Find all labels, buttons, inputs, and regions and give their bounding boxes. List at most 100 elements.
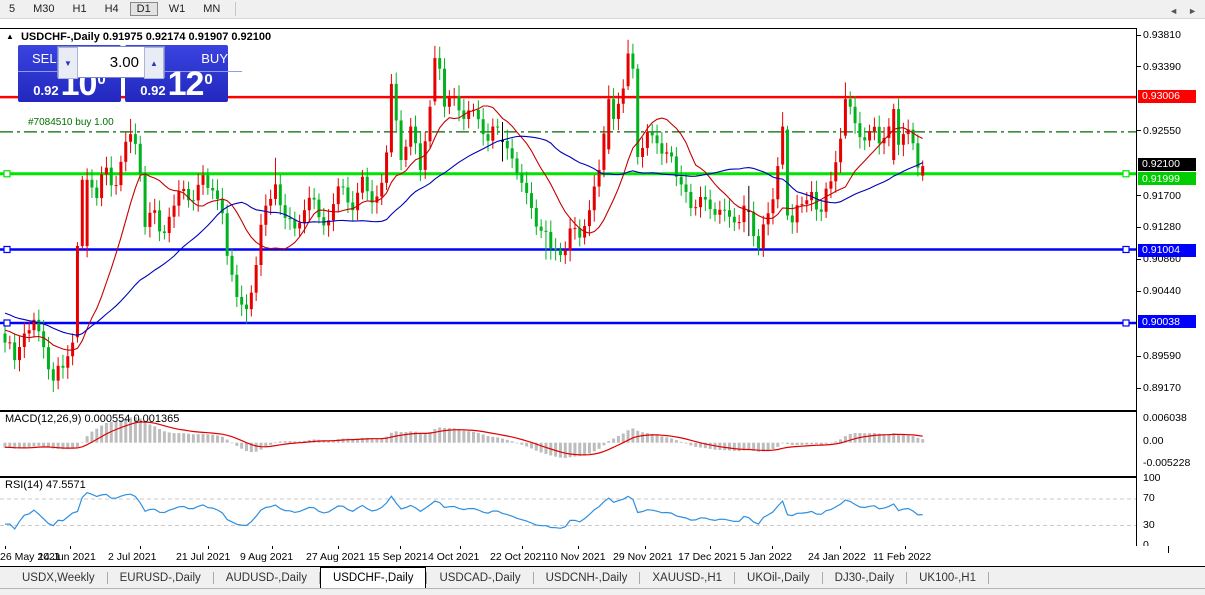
price-axis-tick (1137, 290, 1141, 292)
timeframe-button-m30[interactable]: M30 (26, 2, 61, 16)
price-axis-tick (1137, 226, 1141, 228)
chart-tab-eurusd-daily[interactable]: EURUSD-,Daily (108, 567, 213, 588)
price-badge: 0.90038 (1138, 315, 1196, 329)
date-axis-tick (338, 546, 339, 549)
price-axis-label: 0.93810 (1143, 29, 1181, 41)
rsi-axis-label: 100 (1143, 472, 1161, 484)
timeframe-button-w1[interactable]: W1 (162, 2, 193, 16)
chevron-down-icon: ▼ (64, 58, 72, 68)
date-axis-tick (5, 546, 6, 549)
date-axis-label: 5 Jan 2022 (740, 551, 792, 563)
date-axis-tick (772, 546, 773, 549)
ohlc-close: 0.92100 (231, 31, 272, 43)
chevron-up-icon: ▲ (150, 58, 158, 68)
timeframe-button-5[interactable]: 5 (2, 2, 22, 16)
date-axis-label: 14 Jun 2021 (38, 551, 96, 563)
rsi-label: RSI(14) 47.5571 (5, 479, 86, 491)
timeframe-button-h1[interactable]: H1 (66, 2, 94, 16)
price-axis-tick (1137, 355, 1141, 357)
trading-platform-window: 5 M30 H1 H4 D1 W1 MN ▲ USDCHF-,Daily 0.91975 0… (0, 0, 1205, 595)
macd-axis-label: 0.006038 (1143, 412, 1187, 424)
chart-tab-xauusd-h1[interactable]: XAUUSD-,H1 (640, 567, 734, 588)
tab-scroll-right-icon[interactable]: ► (1188, 6, 1197, 16)
price-axis-label: 0.91700 (1143, 189, 1181, 202)
price-axis-label: 0.91280 (1143, 221, 1181, 234)
date-axis-label: 17 Dec 2021 (678, 551, 738, 563)
price-badge: 0.91999 (1138, 172, 1196, 186)
chart-tab-bar: USDX,Weekly EURUSD-,Daily AUDUSD-,Daily USD… (0, 566, 1205, 588)
chart-tab-usdcnh-daily[interactable]: USDCNH-,Daily (534, 567, 640, 588)
date-axis-tick (140, 546, 141, 549)
rsi-axis-label: 70 (1143, 491, 1155, 504)
timeframe-button-mn[interactable]: MN (196, 2, 227, 16)
volume-decrease-button[interactable]: ▼ (58, 47, 78, 79)
chart-tab-audusd-daily[interactable]: AUDUSD-,Daily (214, 567, 319, 588)
rsi-indicator-panel[interactable]: RSI(14) 47.5571 (0, 477, 1136, 547)
macd-axis-label: 0.00 (1143, 435, 1164, 447)
price-axis-label: 0.89170 (1143, 382, 1181, 394)
price-axis-label: 0.89590 (1143, 350, 1181, 363)
toolbar-separator (235, 2, 237, 16)
timeframe-button-h4[interactable]: H4 (98, 2, 126, 16)
macd-axis-label: -0.005228 (1143, 457, 1191, 469)
tab-scroll-arrows: ◄ ► (1169, 0, 1197, 22)
chart-tab-uk100-h1[interactable]: UK100-,H1 (907, 567, 988, 588)
date-axis-label: 10 Nov 2021 (546, 551, 606, 563)
macd-label: MACD(12,26,9) 0.000554 0.001365 (5, 413, 180, 425)
ohlc-low: 0.91907 (188, 31, 229, 43)
volume-value[interactable]: 3.00 (78, 47, 144, 77)
date-axis-label: 11 Feb 2022 (873, 551, 932, 563)
price-badge: 0.93006 (1138, 89, 1196, 103)
rsi-canvas (0, 492, 1136, 530)
price-axis-tick (1137, 130, 1141, 132)
date-axis-tick (400, 546, 401, 549)
volume-increase-button[interactable]: ▲ (144, 47, 164, 79)
date-axis-label: 22 Oct 2021 (490, 551, 548, 563)
price-axis-tick (1137, 34, 1141, 36)
date-axis-tick (645, 546, 646, 549)
price-axis-label: 0.93390 (1143, 60, 1181, 73)
date-axis-tick (272, 546, 273, 549)
price-axis-tick (1137, 195, 1141, 197)
date-axis-label: 27 Aug 2021 (306, 551, 365, 563)
chart-title-ohlc: ▲ USDCHF-,Daily 0.91975 0.92174 0.91907 … (6, 31, 271, 43)
timeframe-toolbar: 5 M30 H1 H4 D1 W1 MN (0, 0, 1205, 19)
tab-scroll-left-icon[interactable]: ◄ (1169, 6, 1178, 16)
date-axis-tick (522, 546, 523, 549)
price-axis: 0.93810 0.93390 0.92550 0.91700 0.91280 0.908… (1137, 0, 1205, 595)
date-axis-label: 2 Jul 2021 (108, 551, 157, 563)
date-axis-tick (905, 546, 906, 549)
price-axis-label: 0.90440 (1143, 285, 1181, 298)
date-axis-tick (460, 546, 461, 549)
main-price-chart[interactable]: ▲ USDCHF-,Daily 0.91975 0.92174 0.91907 … (0, 28, 1136, 411)
date-axis-tick (208, 546, 209, 549)
chart-tab-usdcad-daily[interactable]: USDCAD-,Daily (427, 567, 532, 588)
chart-tab-dj30-daily[interactable]: DJ30-,Daily (823, 567, 906, 588)
rsi-axis-label: 30 (1143, 518, 1155, 531)
date-axis-label: 24 Jan 2022 (808, 551, 866, 563)
chart-tab-usdx-weekly[interactable]: USDX,Weekly (10, 567, 107, 588)
open-order-label: #7084510 buy 1.00 (28, 117, 114, 128)
chart-tab-usdchf-daily[interactable]: USDCHF-,Daily (319, 567, 427, 588)
price-badge: 0.91004 (1138, 243, 1196, 257)
date-axis-label: 21 Jul 2021 (176, 551, 231, 563)
date-axis-tick (710, 546, 711, 549)
chart-tab-ukoil-daily[interactable]: UKOil-,Daily (735, 567, 822, 588)
tab-separator (988, 571, 989, 584)
date-axis-label: 4 Oct 2021 (428, 551, 480, 563)
macd-indicator-panel[interactable]: MACD(12,26,9) 0.000554 0.001365 (0, 411, 1136, 477)
collapse-arrow-icon[interactable]: ▲ (6, 32, 14, 41)
price-badge: 0.92100 (1138, 157, 1196, 171)
price-axis-tick (1137, 66, 1141, 68)
date-axis-end-tick (1168, 546, 1169, 553)
date-axis-label: 29 Nov 2021 (613, 551, 673, 563)
date-axis-tick (70, 546, 71, 549)
date-axis-tick (578, 546, 579, 549)
timeframe-button-d1[interactable]: D1 (129, 2, 158, 16)
date-axis-tick (840, 546, 841, 549)
volume-stepper: ▼ 3.00 ▲ (57, 46, 165, 79)
status-strip (0, 588, 1205, 595)
price-axis-tick (1137, 258, 1141, 260)
chart-symbol: USDCHF-,Daily (20, 31, 100, 43)
date-axis-label: 15 Sep 2021 (368, 551, 428, 563)
